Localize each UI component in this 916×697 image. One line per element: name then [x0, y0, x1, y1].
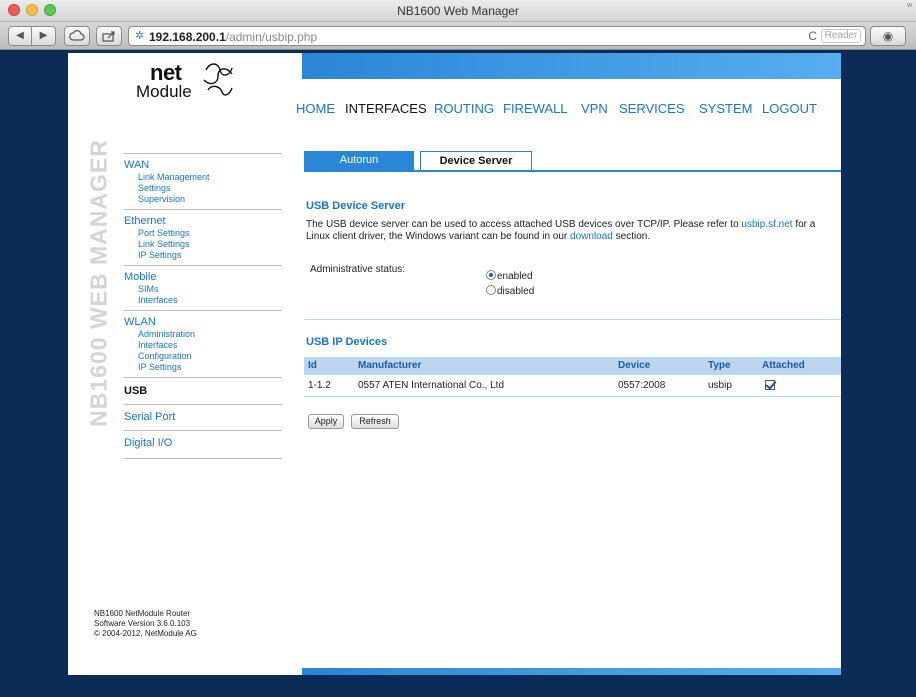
nav-services[interactable]: SERVICES — [619, 101, 685, 116]
address-bar[interactable]: ✲ 192.168.200.1/admin/usbip.php C Reader — [128, 26, 866, 46]
sidebar-item-link-management[interactable]: Link Management — [124, 172, 282, 183]
back-button[interactable]: ◀ — [8, 26, 32, 46]
download-link[interactable]: download — [570, 231, 613, 242]
site-favicon-icon: ✲ — [135, 30, 145, 42]
url-host: 192.168.200.1 — [149, 30, 226, 44]
footer-copyright: © 2004-2012, NetModule AG — [94, 629, 197, 638]
sidebar-item-ethernet[interactable]: Ethernet — [124, 215, 282, 228]
sidebar-group-wan: WAN Link Management Settings Supervision — [124, 153, 282, 209]
window-title: NB1600 Web Manager — [397, 4, 519, 18]
compass-icon: ◉ — [882, 29, 894, 43]
sidebar-item-settings[interactable]: Settings — [124, 183, 282, 194]
sidebar-item-wlan-ip-settings[interactable]: IP Settings — [124, 362, 282, 373]
radio-enabled[interactable] — [486, 270, 496, 280]
tab-underline — [304, 170, 841, 172]
usbip-link[interactable]: usbip.sf.net — [741, 219, 792, 230]
desc-text-3: section. — [612, 231, 651, 242]
url-path: /admin/usbip.php — [225, 30, 318, 44]
share-button[interactable] — [96, 26, 122, 46]
radio-disabled-label: disabled — [497, 286, 535, 297]
sidebar-group-digital: Digital I/O — [124, 430, 282, 458]
radio-disabled-row[interactable]: disabled — [486, 285, 534, 297]
nav-firewall[interactable]: FIREWALL — [503, 101, 568, 116]
sidebar-item-ip-settings[interactable]: IP Settings — [124, 250, 282, 261]
radio-disabled[interactable] — [486, 285, 496, 295]
sidebar-item-usb[interactable]: USB — [124, 385, 282, 398]
sidebar-divider — [124, 458, 282, 459]
sidebar-item-serial-port[interactable]: Serial Port — [124, 411, 282, 424]
apply-button[interactable]: Apply — [308, 414, 344, 429]
sidebar-group-usb: USB — [124, 377, 282, 404]
cell-type: usbip — [708, 380, 732, 391]
section-divider — [304, 319, 841, 320]
product-watermark: NB1600 WEB MANAGER — [85, 139, 112, 427]
sidebar-group-ethernet: Ethernet Port Settings Link Settings IP … — [124, 209, 282, 265]
footer-band — [302, 668, 841, 675]
tab-device-server[interactable]: Device Server — [420, 151, 532, 171]
table-row: 1-1.2 0557 ATEN International Co., Ltd 0… — [304, 375, 841, 397]
sidebar-item-wan[interactable]: WAN — [124, 159, 282, 172]
sidebar-item-mobile[interactable]: Mobile — [124, 271, 282, 284]
web-page: net Module NB1600 WEB MANAGER HOME INTER… — [68, 53, 841, 675]
sidebar-item-mobile-interfaces[interactable]: Interfaces — [124, 295, 282, 306]
cell-id: 1-1.2 — [308, 380, 331, 391]
sidebar-item-digital-io[interactable]: Digital I/O — [124, 437, 282, 450]
software-info: NB1600 NetModule Router Software Version… — [94, 609, 197, 639]
nav-system[interactable]: SYSTEM — [699, 101, 752, 116]
col-attached: Attached — [762, 360, 805, 371]
usb-device-server-title: USB Device Server — [306, 200, 406, 212]
nav-routing[interactable]: ROUTING — [434, 101, 494, 116]
header-band — [302, 53, 841, 79]
usb-ip-devices-title: USB IP Devices — [306, 336, 388, 348]
cell-device: 0557:2008 — [618, 380, 666, 391]
radio-enabled-label: enabled — [497, 271, 533, 282]
nav-logout[interactable]: LOGOUT — [762, 101, 817, 116]
logo-module-text: Module — [136, 82, 192, 101]
cloud-icon — [69, 30, 85, 41]
radio-enabled-row[interactable]: enabled — [486, 270, 533, 282]
usb-device-server-description: The USB device server can be used to acc… — [306, 219, 836, 243]
attached-checkbox[interactable] — [765, 380, 775, 390]
cell-manufacturer: 0557 ATEN International Co., Ltd — [358, 380, 505, 391]
window-corner-label: w — [906, 2, 912, 9]
sidebar-item-sims[interactable]: SIMs — [124, 284, 282, 295]
sidebar-group-mobile: Mobile SIMs Interfaces — [124, 265, 282, 310]
tab-autorun[interactable]: Autorun — [304, 151, 414, 171]
window-titlebar: NB1600 Web Manager w — [0, 0, 916, 22]
refresh-button[interactable]: Refresh — [351, 414, 399, 429]
sidebar-item-link-settings[interactable]: Link Settings — [124, 239, 282, 250]
usb-ip-table-header: Id Manufacturer Device Type Attached — [304, 357, 841, 375]
sidebar-item-administration[interactable]: Administration — [124, 329, 282, 340]
nav-home[interactable]: HOME — [296, 101, 335, 116]
browser-toolbar: ◀ ▶ ✲ 192.168.200.1/admin/usbip.php C Re… — [0, 22, 916, 50]
forward-button[interactable]: ▶ — [32, 26, 56, 46]
sidebar-item-port-settings[interactable]: Port Settings — [124, 228, 282, 239]
col-device: Device — [618, 360, 651, 371]
sidebar-group-serial: Serial Port — [124, 404, 282, 430]
logo-knot-icon — [203, 63, 233, 96]
sidebar-item-supervision[interactable]: Supervision — [124, 194, 282, 205]
sidebar: WAN Link Management Settings Supervision… — [124, 153, 282, 459]
extension-button[interactable]: ◉ — [870, 26, 906, 46]
footer-product: NB1600 NetModule Router — [94, 609, 191, 618]
nav-interfaces[interactable]: INTERFACES — [345, 101, 427, 116]
reader-button[interactable]: Reader — [821, 29, 861, 43]
col-type: Type — [708, 360, 731, 371]
netmodule-logo: net Module — [128, 58, 248, 118]
sidebar-item-wlan[interactable]: WLAN — [124, 316, 282, 329]
sidebar-item-configuration[interactable]: Configuration — [124, 351, 282, 362]
icloud-tabs-button[interactable] — [64, 26, 90, 46]
desc-text-1: The USB device server can be used to acc… — [306, 219, 742, 230]
footer-version: Software Version 3.6.0.103 — [94, 619, 191, 628]
reload-icon[interactable]: C — [808, 29, 817, 43]
admin-status-label: Administrative status: — [310, 264, 406, 275]
nav-vpn[interactable]: VPN — [581, 101, 608, 116]
sidebar-group-wlan: WLAN Administration Interfaces Configura… — [124, 310, 282, 377]
col-id: Id — [308, 360, 317, 371]
url-text: 192.168.200.1/admin/usbip.php — [149, 30, 317, 44]
col-manufacturer: Manufacturer — [358, 360, 422, 371]
sidebar-item-wlan-interfaces[interactable]: Interfaces — [124, 340, 282, 351]
share-icon — [102, 31, 115, 42]
